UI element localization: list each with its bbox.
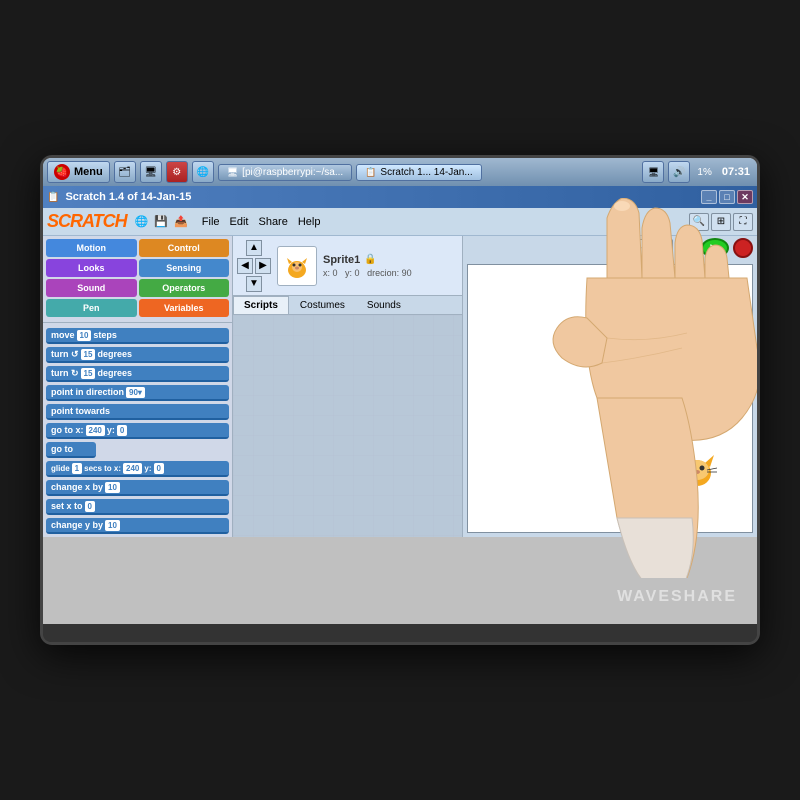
menu-help[interactable]: Help — [298, 216, 321, 228]
menu-label: Menu — [74, 166, 103, 178]
scratch-window: 📋 Scratch 1.4 of 14-Jan-15 _ □ ✕ SCRATCH… — [43, 186, 757, 537]
block-turn-left[interactable]: turn ↺ 15 degrees — [46, 347, 229, 363]
scratch-logo: SCRATCH — [47, 211, 127, 232]
block-point-direction[interactable]: point in direction 90▾ — [46, 385, 229, 401]
go-button[interactable]: ▶ — [701, 238, 729, 258]
blocks-panel: Motion Control Looks Sensing Sound Opera… — [43, 236, 233, 537]
block-glide[interactable]: glide 1 secs to x: 240 y: 0 — [46, 461, 229, 477]
minimize-button[interactable]: _ — [701, 190, 717, 204]
sprite-control-down[interactable]: ▼ — [246, 276, 262, 292]
scratch-titlebar: 📋 Scratch 1.4 of 14-Jan-15 _ □ ✕ — [43, 186, 757, 208]
view-btn-2[interactable]: ⊞ — [711, 213, 731, 231]
share-icon[interactable]: 📤 — [174, 215, 188, 228]
sprite-info: Sprite1 🔒 x: 0 y: 0 drecion: 90 — [323, 254, 412, 278]
block-goto-xy[interactable]: go to x: 240 y: 0 — [46, 423, 229, 439]
monitor-frame: 🍓 Menu 🗂 🖥 ⚙ 🌐 🖥 [pi@raspberrypi:~/sa... — [40, 155, 760, 645]
tab-sounds[interactable]: Sounds — [356, 296, 412, 314]
battery-label: 1% — [694, 167, 714, 178]
save-icon[interactable]: 💾 — [154, 215, 168, 228]
zoom-out-btn[interactable]: – — [653, 239, 673, 257]
maximize-button[interactable]: □ — [719, 190, 735, 204]
cat-pen[interactable]: Pen — [46, 299, 137, 317]
zoom-in-btn[interactable]: + — [629, 239, 649, 257]
close-button[interactable]: ✕ — [737, 190, 753, 204]
menu-edit[interactable]: Edit — [230, 216, 249, 228]
categories-grid: Motion Control Looks Sensing Sound Opera… — [43, 236, 232, 320]
cat-motion[interactable]: Motion — [46, 239, 137, 257]
taskbar-icon-folder[interactable]: 🗂 — [114, 161, 136, 183]
monitor-screen: 🍓 Menu 🗂 🖥 ⚙ 🌐 🖥 [pi@raspberrypi:~/sa... — [43, 158, 757, 624]
window-controls: _ □ ✕ — [701, 190, 753, 204]
block-goto[interactable]: go to — [46, 442, 96, 458]
scripts-canvas[interactable] — [233, 315, 462, 537]
cat-sprite-stage — [672, 445, 722, 502]
cat-control[interactable]: Control — [139, 239, 230, 257]
sprite-control-right[interactable]: ▶ — [255, 258, 271, 274]
stage-panel: + – ⛶ ▶ — [463, 236, 757, 537]
block-turn-right[interactable]: turn ↻ 15 degrees — [46, 366, 229, 382]
view-btn-3[interactable]: ⛶ — [733, 213, 753, 231]
cat-operators[interactable]: Operators — [139, 279, 230, 297]
sprite-name: Sprite1 — [323, 254, 360, 266]
sprite-control-up[interactable]: ▲ — [246, 240, 262, 256]
taskbar-icon-settings[interactable]: ⚙ — [166, 161, 188, 183]
blocks-list: move 10 steps turn ↺ 15 degrees turn ↻ 1… — [43, 325, 232, 537]
taskbar-window-terminal[interactable]: 🖥 [pi@raspberrypi:~/sa... — [218, 164, 352, 181]
menu-file[interactable]: File — [202, 216, 220, 228]
sprite-x: 0 — [333, 268, 338, 278]
scratch-window-label: Scratch 1... 14-Jan... — [380, 167, 472, 178]
menu-button[interactable]: 🍓 Menu — [47, 161, 110, 183]
sprite-direction: 90 — [402, 268, 412, 278]
middle-panel: ▲ ◀ ▶ ▼ — [233, 236, 463, 537]
network-icon[interactable]: 🖥 — [642, 161, 664, 183]
scripts-tabs: Scripts Costumes Sounds — [233, 296, 462, 315]
stage-canvas — [467, 264, 753, 533]
pi-logo: 🍓 — [54, 164, 70, 180]
menu-share[interactable]: Share — [258, 216, 287, 228]
clock: 07:31 — [719, 166, 753, 178]
view-controls: 🔍 ⊞ ⛶ — [689, 213, 753, 231]
scratch-body: Motion Control Looks Sensing Sound Opera… — [43, 236, 757, 537]
block-change-x[interactable]: change x by 10 — [46, 480, 229, 496]
block-set-x[interactable]: set x to 0 — [46, 499, 229, 515]
volume-icon[interactable]: 🔊 — [668, 161, 690, 183]
tab-costumes[interactable]: Costumes — [289, 296, 356, 314]
block-point-towards[interactable]: point towards — [46, 404, 229, 420]
tab-scripts[interactable]: Scripts — [233, 296, 289, 314]
sprite-area: ▲ ◀ ▶ ▼ — [233, 236, 462, 296]
fullscreen-btn[interactable]: ⛶ — [677, 239, 697, 257]
block-change-y[interactable]: change y by 10 — [46, 518, 229, 534]
view-btn-1[interactable]: 🔍 — [689, 213, 709, 231]
scratch-header: SCRATCH 🌐 💾 📤 File Edit Share Help 🔍 ⊞ ⛶ — [43, 208, 757, 236]
cat-sensing[interactable]: Sensing — [139, 259, 230, 277]
cat-looks[interactable]: Looks — [46, 259, 137, 277]
terminal-window-label: [pi@raspberrypi:~/sa... — [242, 167, 343, 178]
sprite-y: 0 — [355, 268, 360, 278]
cat-variables[interactable]: Variables — [139, 299, 230, 317]
cat-sound[interactable]: Sound — [46, 279, 137, 297]
sprite-control-left[interactable]: ◀ — [237, 258, 253, 274]
sprite-thumbnail — [277, 246, 317, 286]
waveshare-watermark: WAVESHARE — [617, 588, 737, 606]
taskbar: 🍓 Menu 🗂 🖥 ⚙ 🌐 🖥 [pi@raspberrypi:~/sa... — [43, 158, 757, 186]
globe-icon[interactable]: 🌐 — [135, 215, 149, 228]
taskbar-icon-browser[interactable]: 🌐 — [192, 161, 214, 183]
block-move[interactable]: move 10 steps — [46, 328, 229, 344]
taskbar-window-scratch[interactable]: 📋 Scratch 1... 14-Jan... — [356, 164, 481, 181]
taskbar-icon-screen[interactable]: 🖥 — [140, 161, 162, 183]
scratch-title: Scratch 1.4 of 14-Jan-15 — [65, 191, 191, 203]
taskbar-right: 🖥 🔊 1% 07:31 — [642, 161, 753, 183]
stop-button[interactable] — [733, 238, 753, 258]
monitor-bottom — [43, 624, 757, 642]
stage-controls: + – ⛶ ▶ — [463, 236, 757, 260]
